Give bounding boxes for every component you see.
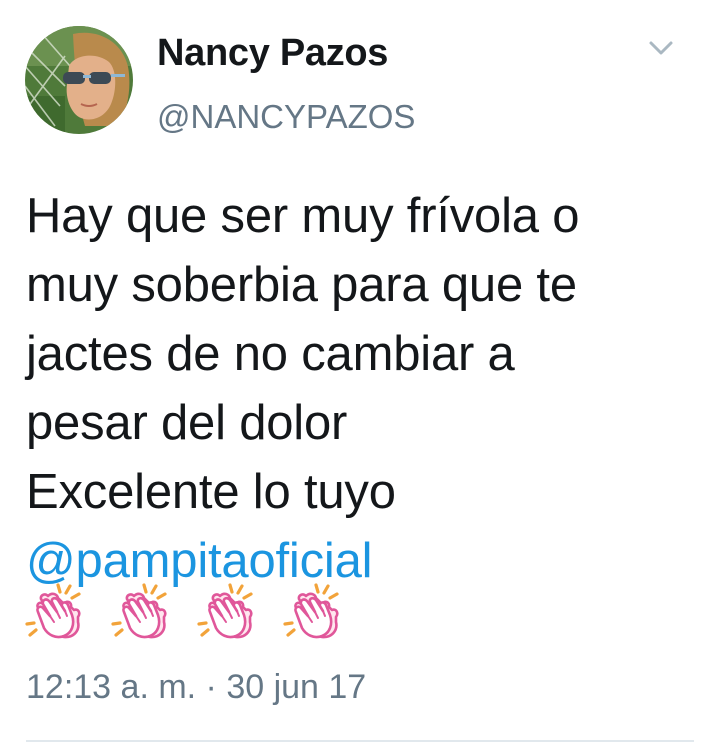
mention-link[interactable]: @pampitaoficial: [26, 534, 373, 588]
clapping-hands-icon: [111, 583, 167, 639]
clapping-hands-icon: [197, 583, 253, 639]
avatar[interactable]: [25, 26, 133, 134]
chevron-down-icon[interactable]: [646, 36, 676, 60]
emoji-row: [24, 582, 345, 644]
tweet-card: Nancy Pazos @NANCYPAZOS Hay que ser muy …: [0, 0, 720, 745]
tweet-text-line: Hay que ser muy frívola o: [26, 189, 580, 243]
tweet-text-line: Excelente lo tuyo: [26, 465, 396, 519]
divider: [26, 740, 694, 742]
tweet-text-line: muy soberbia para que te: [26, 258, 577, 312]
tweet-text-line: pesar del dolor: [26, 396, 348, 450]
timestamp[interactable]: 12:13 a. m. · 30 jun 17: [26, 665, 366, 709]
clapping-hands-icon: [25, 583, 81, 639]
tweet-text: Hay que ser muy frívola o muy soberbia p…: [26, 182, 706, 596]
display-name[interactable]: Nancy Pazos: [157, 29, 388, 77]
tweet-text-line: jactes de no cambiar a: [26, 327, 515, 381]
user-handle[interactable]: @NANCYPAZOS: [157, 95, 415, 139]
clapping-hands-icon: [283, 583, 339, 639]
